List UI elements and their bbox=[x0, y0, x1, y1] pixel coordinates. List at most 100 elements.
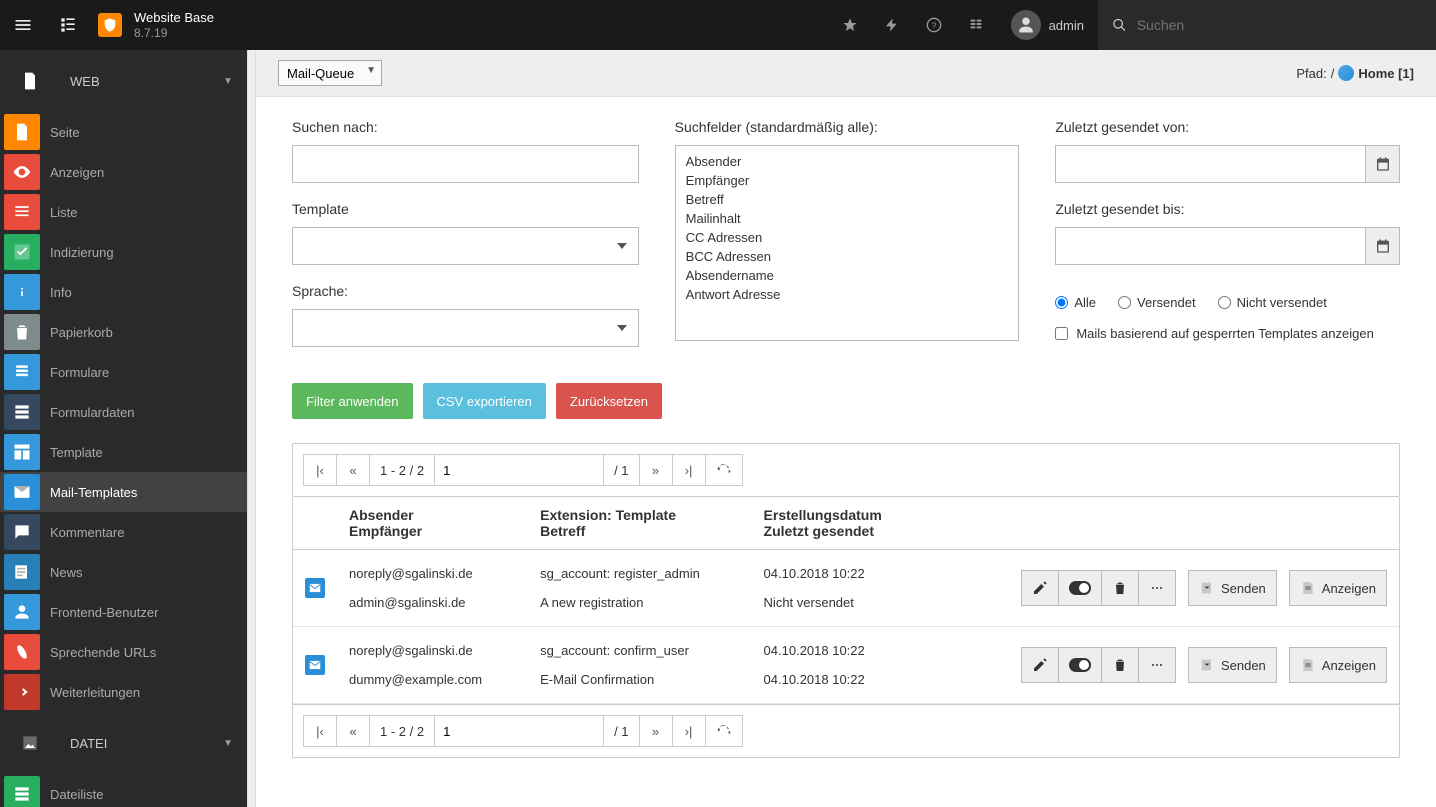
mail-icon bbox=[4, 474, 40, 510]
sidebar-item-sprechende-urls[interactable]: Sprechende URLs bbox=[0, 632, 247, 672]
more-button[interactable] bbox=[1138, 647, 1176, 683]
sidebar-item-label: Papierkorb bbox=[50, 325, 113, 340]
hamburger-icon bbox=[13, 15, 33, 35]
language-select[interactable] bbox=[292, 309, 639, 347]
prev-page-button[interactable]: « bbox=[336, 454, 370, 486]
radio-unsent[interactable]: Nicht versendet bbox=[1218, 295, 1327, 310]
page-input[interactable] bbox=[434, 715, 604, 747]
menu-toggle-button[interactable] bbox=[0, 0, 45, 50]
refresh-button[interactable] bbox=[705, 454, 743, 486]
reset-button[interactable]: Zurücksetzen bbox=[556, 383, 662, 419]
cell-lastsent: 04.10.2018 10:22 bbox=[764, 672, 913, 687]
radio-all[interactable]: Alle bbox=[1055, 295, 1096, 310]
user-menu[interactable]: admin bbox=[997, 10, 1098, 40]
redirect-icon bbox=[4, 674, 40, 710]
sidebar-item-label: Formulare bbox=[50, 365, 109, 380]
more-button[interactable] bbox=[1138, 570, 1176, 606]
sent-to-label: Zuletzt gesendet bis: bbox=[1055, 201, 1400, 217]
sidebar-item-mail-templates[interactable]: Mail-Templates bbox=[0, 472, 247, 512]
csv-export-button[interactable]: CSV exportieren bbox=[423, 383, 546, 419]
searchfield-option[interactable]: Absender bbox=[686, 152, 1009, 171]
searchfield-option[interactable]: Antwort Adresse bbox=[686, 285, 1009, 304]
sidebar-item-formulare[interactable]: Formulare bbox=[0, 352, 247, 392]
refresh-button[interactable] bbox=[705, 715, 743, 747]
searchfield-option[interactable]: Absendername bbox=[686, 266, 1009, 285]
path-sep: / bbox=[1331, 66, 1335, 81]
searchfield-option[interactable]: CC Adressen bbox=[686, 228, 1009, 247]
sidebar-item-kommentare[interactable]: Kommentare bbox=[0, 512, 247, 552]
sent-from-datepicker[interactable] bbox=[1366, 145, 1400, 183]
app-button[interactable] bbox=[955, 0, 997, 50]
delete-button[interactable] bbox=[1101, 647, 1139, 683]
sidebar-item-formulardaten[interactable]: Formulardaten bbox=[0, 392, 247, 432]
send-button[interactable]: Senden bbox=[1188, 647, 1277, 683]
searchfields-listbox[interactable]: AbsenderEmpfängerBetreffMailinhaltCC Adr… bbox=[675, 145, 1020, 341]
show-button[interactable]: Anzeigen bbox=[1289, 647, 1387, 683]
search-input[interactable] bbox=[1137, 17, 1422, 33]
clear-cache-button[interactable] bbox=[871, 0, 913, 50]
sidebar-item-frontend-benutzer[interactable]: Frontend-Benutzer bbox=[0, 592, 247, 632]
sent-from-input[interactable] bbox=[1055, 145, 1366, 183]
sidebar-item-seite[interactable]: Seite bbox=[0, 112, 247, 152]
sidebar-item-weiterleitungen[interactable]: Weiterleitungen bbox=[0, 672, 247, 712]
page-tree-collapsed[interactable] bbox=[247, 50, 256, 807]
last-page-button[interactable]: ›| bbox=[672, 454, 706, 486]
toggle-button[interactable] bbox=[1058, 570, 1102, 606]
apply-filter-button[interactable]: Filter anwenden bbox=[292, 383, 413, 419]
searchfield-option[interactable]: BCC Adressen bbox=[686, 247, 1009, 266]
module-function-select[interactable]: Mail-Queue bbox=[278, 60, 382, 86]
tree-toggle-button[interactable] bbox=[45, 0, 90, 50]
searchfield-option[interactable]: Mailinhalt bbox=[686, 209, 1009, 228]
module-sidebar: WEB▼SeiteAnzeigenListeIndizierungInfo Pap… bbox=[0, 50, 247, 807]
last-page-button[interactable]: ›| bbox=[672, 715, 706, 747]
first-page-button[interactable]: |‹ bbox=[303, 715, 337, 747]
path-node[interactable]: Home [1] bbox=[1358, 66, 1414, 81]
sidebar-item-indizierung[interactable]: Indizierung bbox=[0, 232, 247, 272]
searchfield-option[interactable]: Betreff bbox=[686, 190, 1009, 209]
bookmark-button[interactable] bbox=[829, 0, 871, 50]
radio-sent[interactable]: Versendet bbox=[1118, 295, 1196, 310]
searchfield-option[interactable]: Empfänger bbox=[686, 171, 1009, 190]
locked-checkbox[interactable] bbox=[1055, 327, 1068, 340]
sidebar-group-title: DATEI bbox=[70, 736, 107, 751]
sidebar-group[interactable]: DATEI▼ bbox=[0, 712, 247, 774]
edit-button[interactable] bbox=[1021, 647, 1059, 683]
star-icon bbox=[842, 17, 858, 33]
document-icon bbox=[1300, 657, 1316, 673]
sidebar-item-dateiliste[interactable]: Dateiliste bbox=[0, 774, 247, 807]
comment-icon bbox=[4, 514, 40, 550]
template-select[interactable] bbox=[292, 227, 639, 265]
delete-button[interactable] bbox=[1101, 570, 1139, 606]
edit-button[interactable] bbox=[1021, 570, 1059, 606]
trash-icon bbox=[1112, 657, 1128, 673]
sent-filter-radios: Alle Versendet Nicht versendet bbox=[1055, 295, 1400, 310]
send-button[interactable]: Senden bbox=[1188, 570, 1277, 606]
help-button[interactable]: ? bbox=[913, 0, 955, 50]
sidebar-group[interactable]: WEB▼ bbox=[0, 50, 247, 112]
search-input-field[interactable] bbox=[292, 145, 639, 183]
prev-page-button[interactable]: « bbox=[336, 715, 370, 747]
language-label: Sprache: bbox=[292, 283, 639, 299]
sidebar-item-anzeigen[interactable]: Anzeigen bbox=[0, 152, 247, 192]
sidebar-item-papierkorb[interactable]: Papierkorb bbox=[0, 312, 247, 352]
sidebar-item-template[interactable]: Template bbox=[0, 432, 247, 472]
sidebar-item-liste[interactable]: Liste bbox=[0, 192, 247, 232]
toggle-button[interactable] bbox=[1058, 647, 1102, 683]
next-page-button[interactable]: » bbox=[639, 715, 673, 747]
formdata-icon bbox=[4, 394, 40, 430]
sidebar-item-info[interactable]: Info bbox=[0, 272, 247, 312]
th-ext: Extension: Template bbox=[540, 507, 739, 523]
list-icon bbox=[4, 194, 40, 230]
sidebar-item-label: Kommentare bbox=[50, 525, 124, 540]
locked-templates-check[interactable]: Mails basierend auf gesperrten Templates… bbox=[1055, 326, 1400, 341]
sent-to-datepicker[interactable] bbox=[1366, 227, 1400, 265]
cell-ext: sg_account: register_admin bbox=[540, 566, 739, 581]
next-page-button[interactable]: » bbox=[639, 454, 673, 486]
sidebar-item-news[interactable]: News bbox=[0, 552, 247, 592]
page-total: / 1 bbox=[603, 454, 639, 486]
show-button[interactable]: Anzeigen bbox=[1289, 570, 1387, 606]
first-page-button[interactable]: |‹ bbox=[303, 454, 337, 486]
sent-to-input[interactable] bbox=[1055, 227, 1366, 265]
page-input[interactable] bbox=[434, 454, 604, 486]
global-search[interactable] bbox=[1098, 0, 1436, 50]
